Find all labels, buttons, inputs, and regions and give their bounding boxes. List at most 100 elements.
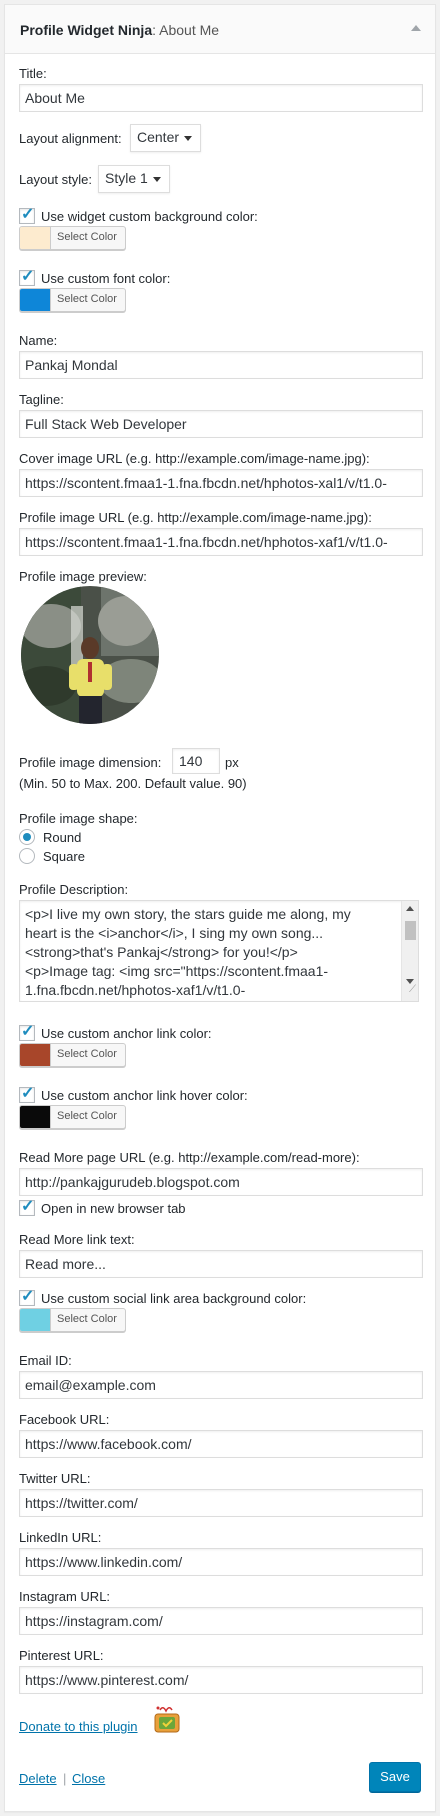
read-more-url-label: Read More page URL (e.g. http://example.… [19, 1150, 360, 1165]
anchor-color-checkbox[interactable]: ✓ [19, 1023, 35, 1041]
shape-label: Profile image shape: [19, 811, 138, 826]
read-more-url-input[interactable]: http://pankajgurudeb.blogspot.com [19, 1168, 423, 1196]
new-tab-label: Open in new browser tab [41, 1201, 186, 1216]
twitter-input[interactable]: https://twitter.com/ [19, 1489, 423, 1517]
read-more-text-input[interactable]: Read more... [19, 1250, 423, 1278]
email-label: Email ID: [19, 1353, 72, 1368]
social-bg-color-swatch [20, 1309, 51, 1331]
font-color-swatch [20, 289, 51, 311]
save-button[interactable]: Save [369, 1762, 421, 1792]
alignment-value: Center [137, 129, 180, 145]
tagline-label: Tagline: [19, 392, 64, 407]
radio-selected-dot [23, 833, 31, 841]
select-color-label: Select Color [57, 293, 117, 305]
description-line: 1.fna.fbcdn.net/hphotos-xaf1/v/t1.0- [25, 982, 246, 998]
collapse-arrow-icon[interactable] [411, 25, 421, 31]
dimension-unit: px [225, 755, 239, 770]
pinterest-label: Pinterest URL: [19, 1648, 104, 1663]
scrollbar-thumb[interactable] [405, 921, 416, 940]
email-input[interactable]: email@example.com [19, 1371, 423, 1399]
delete-link[interactable]: Delete [19, 1771, 57, 1786]
checkmark-icon: ✓ [21, 1023, 35, 1040]
bg-color-picker-button[interactable]: Select Color [19, 226, 126, 250]
resize-grip-icon[interactable]: ⟋ [409, 980, 416, 999]
scroll-up-icon[interactable] [406, 906, 414, 911]
social-bg-color-picker-button[interactable]: Select Color [19, 1308, 126, 1332]
profile-photo-image [21, 586, 159, 724]
anchor-color-swatch [20, 1044, 51, 1066]
select-color-label: Select Color [57, 231, 117, 243]
new-tab-checkbox[interactable]: ✓ [19, 1198, 35, 1216]
shape-round-label: Round [43, 830, 82, 845]
donate-gift-icon[interactable] [150, 1704, 184, 1734]
profile-image-preview [21, 586, 159, 724]
select-color-label: Select Color [57, 1048, 117, 1060]
title-label: Title: [19, 66, 47, 81]
name-input[interactable]: Pankaj Mondal [19, 351, 423, 379]
cover-url-input[interactable]: https://scontent.fmaa1-1.fna.fbcdn.net/h… [19, 469, 423, 497]
dimension-hint: (Min. 50 to Max. 200. Default value. 90) [19, 776, 247, 791]
shape-square-radio[interactable] [19, 848, 35, 864]
font-color-picker-button[interactable]: Select Color [19, 288, 126, 312]
checkmark-icon: ✓ [21, 206, 35, 223]
dimension-input[interactable]: 140 [172, 748, 220, 774]
style-select[interactable]: Style 1 [98, 165, 170, 193]
checkmark-icon: ✓ [21, 1085, 35, 1102]
description-line: <p>I live my own story, the stars guide … [25, 906, 351, 922]
preview-label: Profile image preview: [19, 569, 147, 584]
tagline-input[interactable]: Full Stack Web Developer [19, 410, 423, 438]
profile-url-label: Profile image URL (e.g. http://example.c… [19, 510, 372, 525]
anchor-hover-color-label: Use custom anchor link hover color: [41, 1088, 248, 1103]
widget-title: Profile Widget Ninja: About Me [20, 22, 220, 38]
alignment-select[interactable]: Center [130, 124, 201, 152]
description-line: heart is the <i>anchor</i>, I sing my ow… [25, 925, 324, 941]
bg-color-swatch [20, 227, 51, 249]
bg-color-checkbox[interactable]: ✓ [19, 206, 35, 224]
title-input[interactable]: About Me [19, 84, 423, 112]
social-bg-color-label: Use custom social link area background c… [41, 1291, 307, 1306]
twitter-label: Twitter URL: [19, 1471, 91, 1486]
style-label: Layout style: [19, 172, 92, 187]
linkedin-input[interactable]: https://www.linkedin.com/ [19, 1548, 423, 1576]
description-textarea[interactable]: <p>I live my own story, the stars guide … [19, 900, 419, 1002]
description-line: <p>Image tag: <img src="https://scontent… [25, 963, 329, 979]
shape-round-radio[interactable] [19, 829, 35, 845]
style-value: Style 1 [105, 170, 148, 186]
cover-url-label: Cover image URL (e.g. http://example.com… [19, 451, 370, 466]
dimension-label: Profile image dimension: [19, 755, 162, 770]
anchor-hover-color-picker-button[interactable]: Select Color [19, 1105, 126, 1129]
instagram-input[interactable]: https://instagram.com/ [19, 1607, 423, 1635]
checkmark-icon: ✓ [21, 1288, 35, 1305]
facebook-input[interactable]: https://www.facebook.com/ [19, 1430, 423, 1458]
checkmark-icon: ✓ [21, 268, 35, 285]
description-line: <strong>that's Pankaj</strong> for you!<… [25, 944, 298, 960]
footer-separator: | [63, 1771, 67, 1786]
instagram-label: Instagram URL: [19, 1589, 111, 1604]
anchor-color-picker-button[interactable]: Select Color [19, 1043, 126, 1067]
close-link[interactable]: Close [72, 1771, 105, 1786]
checkmark-icon: ✓ [21, 1198, 35, 1215]
widget-instance-title: About Me [159, 22, 220, 38]
dropdown-caret-icon [153, 177, 161, 182]
alignment-label: Layout alignment: [19, 131, 122, 146]
dropdown-caret-icon [184, 136, 192, 141]
profile-url-input[interactable]: https://scontent.fmaa1-1.fna.fbcdn.net/h… [19, 528, 423, 556]
description-label: Profile Description: [19, 882, 129, 897]
name-label: Name: [19, 333, 58, 348]
social-bg-color-checkbox[interactable]: ✓ [19, 1288, 35, 1306]
pinterest-input[interactable]: https://www.pinterest.com/ [19, 1666, 423, 1694]
anchor-color-label: Use custom anchor link color: [41, 1026, 212, 1041]
shape-square-label: Square [43, 849, 85, 864]
font-color-label: Use custom font color: [41, 271, 171, 286]
bg-color-label: Use widget custom background color: [41, 209, 258, 224]
select-color-label: Select Color [57, 1110, 117, 1122]
facebook-label: Facebook URL: [19, 1412, 110, 1427]
anchor-hover-color-swatch [20, 1106, 51, 1128]
read-more-text-label: Read More link text: [19, 1232, 135, 1247]
anchor-hover-color-checkbox[interactable]: ✓ [19, 1085, 35, 1103]
widget-header[interactable]: Profile Widget Ninja: About Me [5, 5, 435, 54]
donate-link[interactable]: Donate to this plugin [19, 1719, 138, 1734]
font-color-checkbox[interactable]: ✓ [19, 268, 35, 286]
linkedin-label: LinkedIn URL: [19, 1530, 102, 1545]
select-color-label: Select Color [57, 1313, 117, 1325]
